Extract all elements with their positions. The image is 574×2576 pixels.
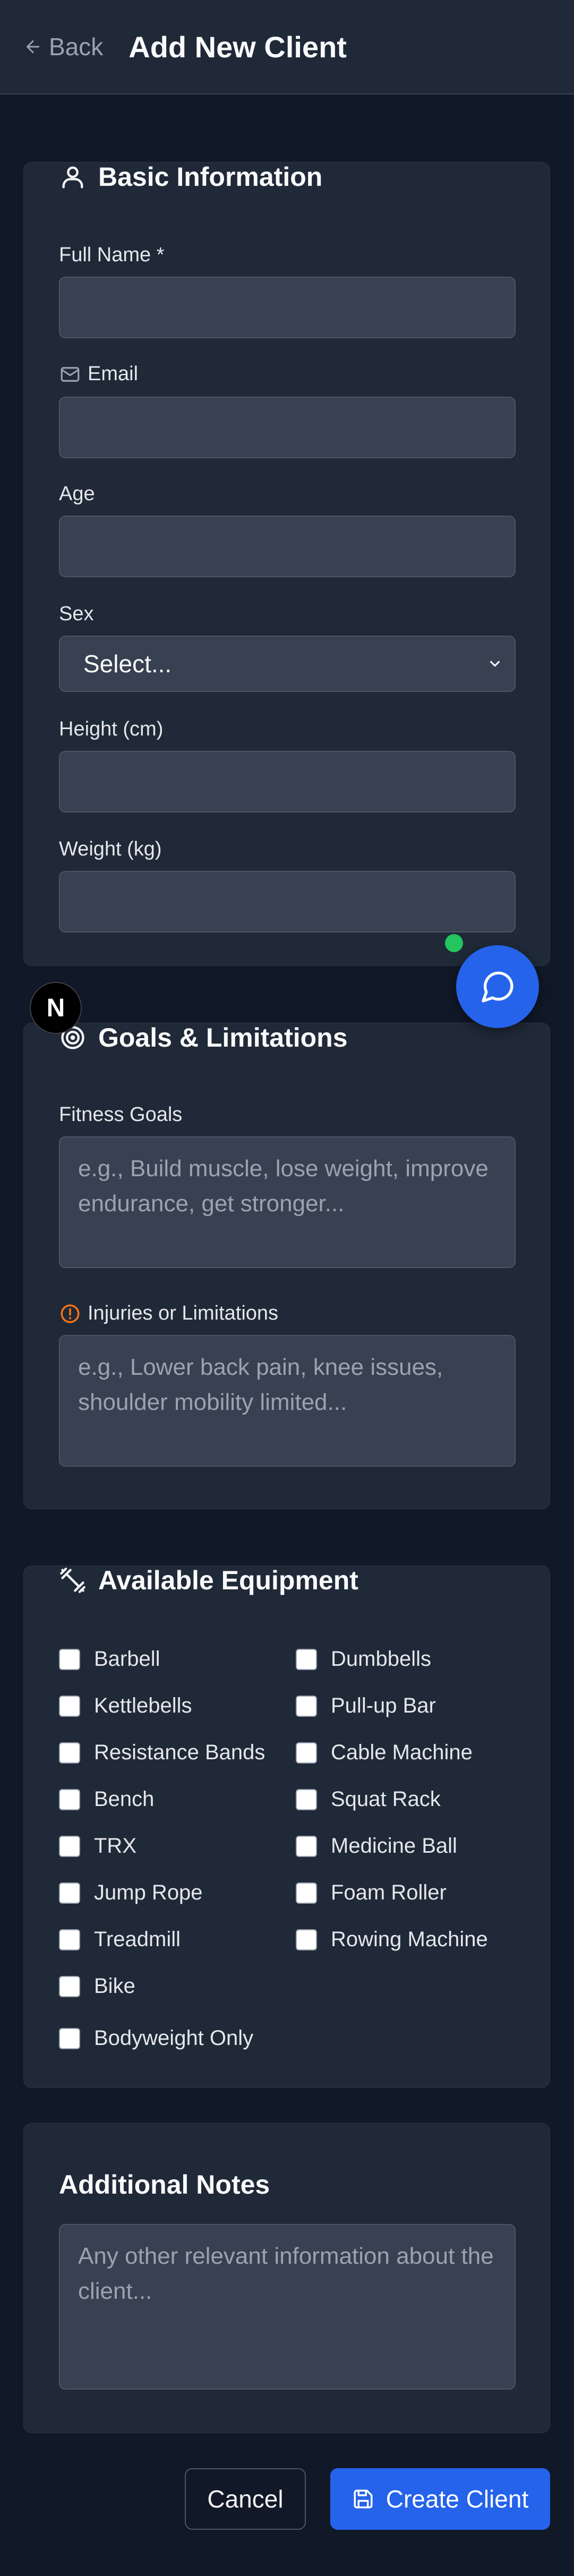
sex-select-value: Select... xyxy=(83,650,172,678)
checkbox[interactable] xyxy=(59,1648,80,1670)
cancel-button[interactable]: Cancel xyxy=(185,2468,306,2530)
available-equipment-title: Available Equipment xyxy=(98,1565,358,1595)
equipment-label: Pull-up Bar xyxy=(331,1694,436,1717)
n-badge[interactable]: N xyxy=(30,982,82,1034)
dumbbell-icon xyxy=(60,1568,85,1593)
checkbox[interactable] xyxy=(59,1929,80,1950)
equipment-label: Squat Rack xyxy=(331,1787,441,1811)
fitness-goals-label: Fitness Goals xyxy=(59,1103,183,1126)
equipment-option[interactable]: Bench xyxy=(59,1787,154,1811)
equipment-option[interactable]: TRX xyxy=(59,1834,136,1858)
equipment-option[interactable]: Kettlebells xyxy=(59,1694,192,1718)
sex-label: Sex xyxy=(59,603,94,625)
equipment-label: Treadmill xyxy=(94,1928,181,1951)
equipment-label: Medicine Ball xyxy=(331,1834,457,1858)
equipment-option[interactable]: Dumbbells xyxy=(296,1647,431,1671)
chat-button[interactable] xyxy=(456,945,539,1028)
equipment-label: Bike xyxy=(94,1974,135,1998)
equipment-option[interactable]: Treadmill xyxy=(59,1928,181,1952)
mail-icon xyxy=(61,366,80,382)
fitness-goals-textarea[interactable]: e.g., Build muscle, lose weight, improve… xyxy=(59,1136,516,1268)
equipment-option[interactable]: Barbell xyxy=(59,1647,160,1671)
equipment-label: Kettlebells xyxy=(94,1694,192,1717)
equipment-option[interactable]: Bike xyxy=(59,1974,135,1998)
checkbox[interactable] xyxy=(296,1929,317,1950)
sex-select[interactable]: Select... xyxy=(59,636,516,692)
age-label: Age xyxy=(59,483,95,505)
checkbox[interactable] xyxy=(59,1835,80,1857)
available-equipment-heading: Available Equipment xyxy=(59,1565,358,1596)
create-client-button[interactable]: Create Client xyxy=(330,2468,550,2530)
weight-field[interactable] xyxy=(59,871,516,932)
equipment-label: Dumbbells xyxy=(331,1647,431,1671)
equipment-label: Barbell xyxy=(94,1647,160,1671)
checkbox[interactable] xyxy=(59,1975,80,1997)
create-client-label: Create Client xyxy=(385,2485,529,2513)
equipment-label: Jump Rope xyxy=(94,1881,203,1904)
back-label: Back xyxy=(49,33,104,61)
injuries-textarea[interactable]: e.g., Lower back pain, knee issues, shou… xyxy=(59,1335,516,1467)
checkbox[interactable] xyxy=(296,1882,317,1904)
checkbox[interactable] xyxy=(59,1788,80,1810)
page: Back Add New Client Basic Information Fu… xyxy=(0,0,574,2576)
full-name-field[interactable] xyxy=(59,277,516,338)
checkbox[interactable] xyxy=(59,1695,80,1717)
basic-information-title: Basic Information xyxy=(98,162,323,192)
equipment-label: Bench xyxy=(94,1787,155,1811)
checkbox[interactable] xyxy=(296,1695,317,1717)
goals-limitations-heading: Goals & Limitations xyxy=(59,1022,348,1053)
checkbox[interactable] xyxy=(296,1648,317,1670)
full-name-label: Full Name * xyxy=(59,244,165,266)
arrow-left-icon xyxy=(27,40,39,53)
email-label: Email xyxy=(59,363,138,386)
chevron-down-icon xyxy=(490,661,500,667)
additional-notes-title: Additional Notes xyxy=(59,2170,270,2200)
message-circle-icon xyxy=(482,971,513,1003)
basic-information-card: Basic Information Full Name * Email Age … xyxy=(23,162,550,966)
injuries-label-text: Injuries or Limitations xyxy=(88,1302,279,1324)
page-title: Add New Client xyxy=(128,30,347,64)
equipment-label: TRX xyxy=(94,1834,136,1858)
top-bar: Back Add New Client xyxy=(0,0,574,95)
basic-information-heading: Basic Information xyxy=(59,161,322,192)
age-field[interactable] xyxy=(59,516,516,577)
email-field[interactable] xyxy=(59,397,516,458)
checkbox[interactable] xyxy=(296,1788,317,1810)
additional-notes-textarea[interactable]: Any other relevant information about the… xyxy=(59,2224,516,2390)
weight-label: Weight (kg) xyxy=(59,838,162,860)
available-equipment-card: Available Equipment Barbell Dumbbells Ke… xyxy=(23,1565,550,2088)
equipment-label: Foam Roller xyxy=(331,1881,447,1904)
equipment-label: Resistance Bands xyxy=(94,1741,265,1764)
equipment-option[interactable]: Rowing Machine xyxy=(296,1928,488,1952)
equipment-label: Rowing Machine xyxy=(331,1928,488,1951)
height-label: Height (cm) xyxy=(59,718,164,740)
equipment-option[interactable]: Jump Rope xyxy=(59,1881,203,1905)
cancel-label: Cancel xyxy=(207,2485,284,2513)
injuries-label: Injuries or Limitations xyxy=(59,1302,278,1325)
bodyweight-option[interactable]: Bodyweight Only xyxy=(59,2026,253,2050)
equipment-option[interactable]: Cable Machine xyxy=(296,1741,473,1765)
equipment-option[interactable]: Pull-up Bar xyxy=(296,1694,436,1718)
checkbox[interactable] xyxy=(296,1835,317,1857)
equipment-option[interactable]: Foam Roller xyxy=(296,1881,447,1905)
height-field[interactable] xyxy=(59,751,516,812)
equipment-label: Cable Machine xyxy=(331,1741,473,1764)
back-button[interactable]: Back xyxy=(23,32,103,61)
alert-circle-icon xyxy=(61,1304,80,1323)
equipment-option[interactable]: Squat Rack xyxy=(296,1787,441,1811)
goals-limitations-title: Goals & Limitations xyxy=(98,1023,348,1052)
checkbox[interactable] xyxy=(59,1742,80,1764)
goals-limitations-card: Goals & Limitations Fitness Goals e.g., … xyxy=(23,1023,550,1509)
equipment-option[interactable]: Resistance Bands xyxy=(59,1741,265,1765)
checkbox[interactable] xyxy=(59,1882,80,1904)
save-icon xyxy=(354,2489,373,2509)
additional-notes-card: Additional Notes Any other relevant info… xyxy=(23,2123,550,2433)
user-icon xyxy=(62,166,83,189)
checkbox[interactable] xyxy=(59,2027,80,2049)
email-label-text: Email xyxy=(88,363,139,385)
checkbox[interactable] xyxy=(296,1742,317,1764)
bodyweight-label: Bodyweight Only xyxy=(94,2026,254,2050)
equipment-option[interactable]: Medicine Ball xyxy=(296,1834,457,1858)
online-status-dot xyxy=(445,934,463,952)
